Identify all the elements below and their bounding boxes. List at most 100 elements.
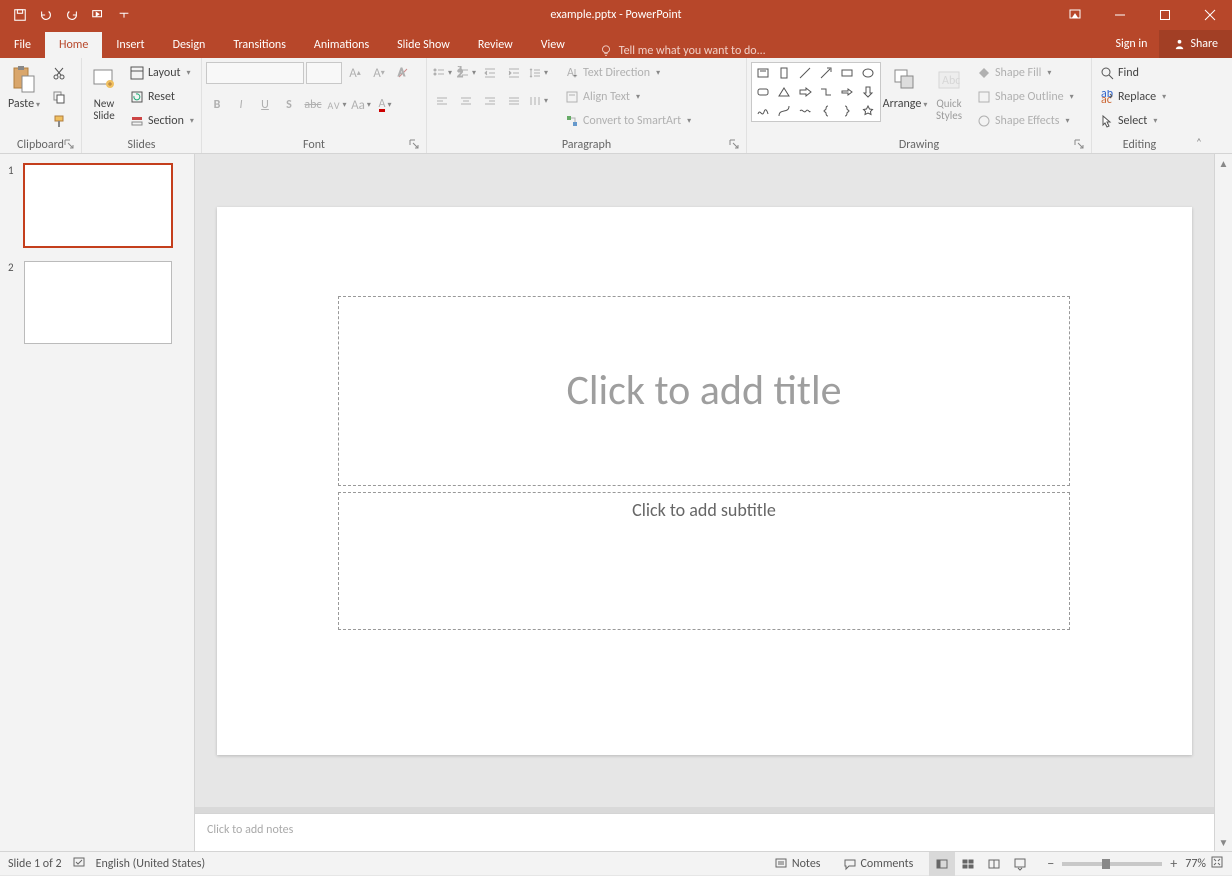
notes-pane[interactable]: Click to add notes (195, 813, 1214, 851)
shape-rectangle-icon[interactable] (837, 64, 857, 82)
slide-canvas-area[interactable]: Click to add title Click to add subtitle (195, 154, 1214, 807)
collapse-ribbon-icon[interactable]: ˄ (1196, 136, 1202, 149)
vertical-scrollbar[interactable]: ▲ ▼ (1214, 154, 1232, 851)
ribbon-display-options-icon[interactable] (1052, 0, 1097, 30)
increase-font-size-button[interactable]: A▴ (344, 62, 366, 84)
shape-star-icon[interactable] (858, 102, 878, 120)
font-color-button[interactable]: A▾ (374, 94, 396, 116)
tab-home[interactable]: Home (45, 32, 102, 58)
shape-oval-icon[interactable] (858, 64, 878, 82)
arrange-button[interactable]: Arrange▾ (885, 62, 925, 113)
shape-vtextbox-icon[interactable] (774, 64, 794, 82)
align-right-button[interactable] (479, 90, 501, 112)
shape-roundrect-icon[interactable] (753, 83, 773, 101)
zoom-percentage[interactable]: 77% (1185, 857, 1206, 871)
find-button[interactable]: Find (1096, 62, 1170, 84)
zoom-in-button[interactable]: + (1166, 855, 1181, 872)
align-center-button[interactable] (455, 90, 477, 112)
paragraph-dialog-launcher[interactable] (728, 139, 740, 151)
minimize-icon[interactable] (1097, 0, 1142, 30)
tell-me-search[interactable]: Tell me what you want to do... (589, 44, 776, 58)
tab-review[interactable]: Review (464, 32, 527, 58)
underline-button[interactable]: U (254, 94, 276, 116)
title-placeholder[interactable]: Click to add title (338, 296, 1070, 486)
select-button[interactable]: Select▾ (1096, 110, 1170, 132)
slide-counter[interactable]: Slide 1 of 2 (8, 857, 62, 871)
shape-fill-button[interactable]: Shape Fill▾ (973, 62, 1078, 84)
shape-outline-button[interactable]: Shape Outline▾ (973, 86, 1078, 108)
shape-connector-icon[interactable] (816, 83, 836, 101)
comments-toggle-button[interactable]: Comments (837, 852, 920, 875)
tab-file[interactable]: File (0, 32, 45, 58)
increase-indent-button[interactable] (503, 62, 525, 84)
signin-button[interactable]: Sign in (1103, 37, 1159, 51)
scroll-up-icon[interactable]: ▲ (1215, 154, 1232, 172)
fit-to-window-button[interactable] (1210, 855, 1224, 873)
zoom-out-button[interactable]: − (1043, 855, 1058, 872)
justify-button[interactable] (503, 90, 525, 112)
redo-icon[interactable] (60, 3, 84, 27)
slide-thumbnail[interactable]: 2 (8, 261, 186, 344)
new-slide-button[interactable]: New Slide (86, 62, 122, 124)
character-spacing-button[interactable]: AV▾ (326, 94, 348, 116)
shape-down-arrow-icon[interactable] (858, 83, 878, 101)
format-painter-button[interactable] (48, 110, 70, 132)
qat-customize-icon[interactable] (112, 3, 136, 27)
shape-wave-icon[interactable] (795, 102, 815, 120)
maximize-icon[interactable] (1142, 0, 1187, 30)
tab-insert[interactable]: Insert (102, 32, 158, 58)
clipboard-dialog-launcher[interactable] (63, 139, 75, 151)
italic-button[interactable]: I (230, 94, 252, 116)
close-icon[interactable] (1187, 0, 1232, 30)
quick-styles-button[interactable]: Abc Quick Styles (929, 62, 969, 124)
spellcheck-icon[interactable] (72, 855, 86, 873)
thumbnail-preview[interactable] (24, 261, 172, 344)
text-direction-button[interactable]: AText Direction▾ (561, 62, 695, 84)
tab-animations[interactable]: Animations (300, 32, 383, 58)
shadow-button[interactable]: S (278, 94, 300, 116)
change-case-button[interactable]: Aa▾ (350, 94, 372, 116)
reading-view-button[interactable] (981, 852, 1007, 876)
shape-freeform-icon[interactable] (753, 102, 773, 120)
bold-button[interactable]: B (206, 94, 228, 116)
shape-right-brace-icon[interactable] (837, 102, 857, 120)
slideshow-view-button[interactable] (1007, 852, 1033, 876)
zoom-slider-thumb[interactable] (1102, 859, 1110, 869)
strikethrough-button[interactable]: abc (302, 94, 324, 116)
shape-triangle-icon[interactable] (774, 83, 794, 101)
decrease-font-size-button[interactable]: A▾ (368, 62, 390, 84)
scroll-down-icon[interactable]: ▼ (1215, 833, 1232, 851)
shape-arrow-icon[interactable] (816, 64, 836, 82)
bullets-button[interactable]: ▾ (431, 62, 453, 84)
line-spacing-button[interactable]: ▾ (527, 62, 549, 84)
font-family-combo[interactable] (206, 62, 304, 84)
slide-thumbnail[interactable]: 1 (8, 164, 186, 247)
shape-curve-icon[interactable] (774, 102, 794, 120)
clear-formatting-button[interactable]: A (392, 62, 414, 84)
decrease-indent-button[interactable] (479, 62, 501, 84)
subtitle-placeholder[interactable]: Click to add subtitle (338, 492, 1070, 630)
shapes-gallery[interactable] (751, 62, 881, 122)
thumbnail-panel[interactable]: 1 2 (0, 154, 195, 851)
font-size-combo[interactable] (306, 62, 342, 84)
tab-slideshow[interactable]: Slide Show (383, 32, 464, 58)
columns-button[interactable]: ▾ (527, 90, 549, 112)
tab-design[interactable]: Design (159, 32, 220, 58)
align-text-button[interactable]: Align Text▾ (561, 86, 695, 108)
align-left-button[interactable] (431, 90, 453, 112)
language-indicator[interactable]: English (United States) (96, 857, 206, 871)
shape-right-arrow-icon[interactable] (795, 83, 815, 101)
slide-canvas[interactable]: Click to add title Click to add subtitle (217, 207, 1192, 755)
start-from-beginning-icon[interactable] (86, 3, 110, 27)
notes-toggle-button[interactable]: Notes (768, 852, 827, 875)
tab-transitions[interactable]: Transitions (219, 32, 300, 58)
thumbnail-preview[interactable] (24, 164, 172, 247)
normal-view-button[interactable] (929, 852, 955, 876)
tab-view[interactable]: View (527, 32, 579, 58)
drawing-dialog-launcher[interactable] (1073, 139, 1085, 151)
font-dialog-launcher[interactable] (408, 139, 420, 151)
share-button[interactable]: Share (1159, 30, 1232, 58)
slide-sorter-view-button[interactable] (955, 852, 981, 876)
replace-button[interactable]: abacReplace▾ (1096, 86, 1170, 108)
zoom-slider[interactable] (1062, 862, 1162, 866)
